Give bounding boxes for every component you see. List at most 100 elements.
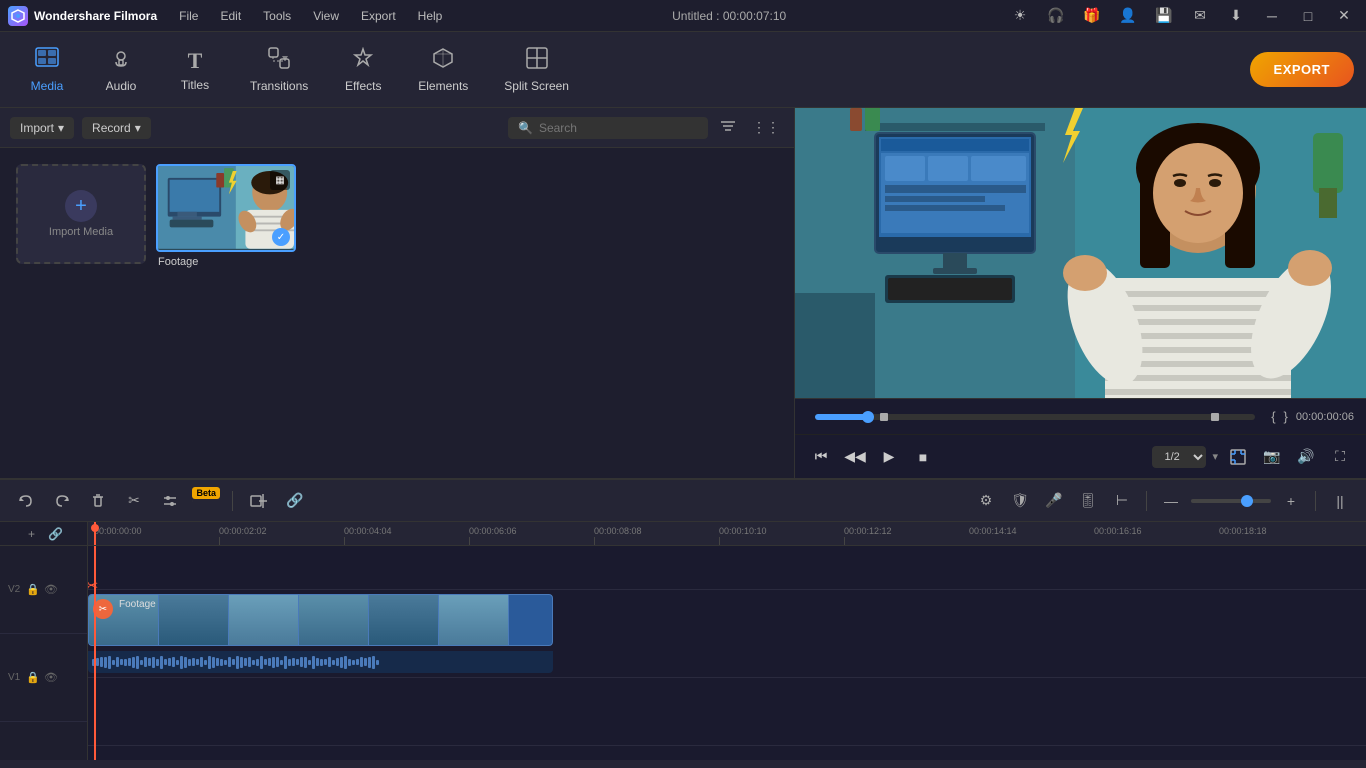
undo-button[interactable] [12,487,40,515]
waveform-bar [296,659,299,665]
frame-back-button[interactable]: ◀◀ [841,443,869,471]
waveform-bar [256,659,259,666]
menu-help[interactable]: Help [408,5,453,27]
zoom-in-icon[interactable]: + [1277,487,1305,515]
preview-video[interactable] [795,108,1366,398]
waveform-bar [280,660,283,665]
link-track-button[interactable]: 🔗 [46,524,66,544]
thumb-2 [159,595,229,645]
quality-selector[interactable]: 1/2 1/4 Full [1152,446,1206,468]
toolbar-transitions[interactable]: Transitions [234,39,324,101]
menu-edit[interactable]: Edit [210,5,251,27]
zoom-out-icon[interactable]: — [1157,487,1185,515]
toolbar-effects-label: Effects [345,79,381,93]
footage-thumbnail[interactable]: ▦ ✓ [156,164,296,252]
gift-icon[interactable]: 🎁 [1078,2,1106,30]
stop-button[interactable]: ■ [909,443,937,471]
waveform-bar [116,657,119,667]
screenshot-icon[interactable]: 📷 [1258,443,1286,471]
import-dropdown[interactable]: Import ▾ [10,117,74,139]
close-button[interactable]: ✕ [1330,2,1358,30]
link-button[interactable]: 🔗 [281,487,309,515]
export-button[interactable]: EXPORT [1250,52,1354,87]
notification-icon[interactable]: ☀ [1006,2,1034,30]
video-progress-bar[interactable]: { } 00:00:00:06 [795,398,1366,434]
play-button[interactable]: ▶ [875,443,903,471]
track-1-lock-icon[interactable]: 🔒 [26,671,40,684]
waveform-bar [140,660,143,665]
thumb-6 [439,595,509,645]
waveform-bar [344,656,347,669]
track-2-lock-icon[interactable]: 🔒 [26,583,40,596]
step-back-button[interactable]: ⏮ [807,443,835,471]
toolbar-elements[interactable]: Elements [402,39,484,101]
ruler-mark-1: 00:00:02:02 [219,526,267,536]
transitions-icon [268,47,290,75]
expand-icon[interactable]: ⛶ [1326,443,1354,471]
zoom-slider[interactable] [1191,499,1271,503]
menu-tools[interactable]: Tools [253,5,301,27]
grid-view-icon[interactable]: ⋮⋮ [748,115,784,140]
add-media-button[interactable] [245,487,273,515]
zoom-handle[interactable] [1241,495,1253,507]
timeline-mic-icon[interactable]: 🎤 [1040,487,1068,515]
fullscreen-preview-icon[interactable] [1224,443,1252,471]
record-dropdown[interactable]: Record ▾ [82,117,151,139]
toolbar-effects[interactable]: Effects [328,39,398,101]
footage-clip[interactable]: ✂ Footage [88,594,553,646]
cut-button[interactable]: ✂ [120,487,148,515]
beta-badge: Beta [192,487,220,499]
volume-icon[interactable]: 🔊 [1292,443,1320,471]
menu-export[interactable]: Export [351,5,406,27]
search-input[interactable] [539,121,698,135]
clip-block-label: Footage [119,599,156,610]
timeline-settings-icon[interactable]: ⚙ [972,487,1000,515]
waveform-bar [304,657,307,668]
media-search-box[interactable]: 🔍 [508,117,708,139]
toolbar-media[interactable]: Media [12,39,82,101]
toolbar-audio[interactable]: Audio [86,39,156,101]
toolbar-titles[interactable]: T Titles [160,40,230,100]
ai-button[interactable]: Beta [192,487,220,515]
headphone-icon[interactable]: 🎧 [1042,2,1070,30]
import-media-label: Import Media [49,226,113,238]
video-seekbar[interactable] [815,414,1255,420]
menu-view[interactable]: View [303,5,349,27]
toolbar-audio-label: Audio [106,79,137,93]
delete-button[interactable] [84,487,112,515]
minimize-button[interactable]: ─ [1258,2,1286,30]
waveform-bar [216,658,219,666]
adjust-button[interactable] [156,487,184,515]
import-media-card[interactable]: + Import Media [16,164,146,264]
waveform-bar [192,658,195,666]
chevron-quality-icon: ▾ [1212,450,1218,463]
track-1-eye-icon[interactable]: 👁 [44,671,58,684]
titlebar-right: ☀ 🎧 🎁 👤 💾 ✉ ⬇ ─ □ ✕ [1006,2,1358,30]
filter-icon[interactable] [716,114,740,141]
menu-file[interactable]: File [169,5,208,27]
maximize-button[interactable]: □ [1294,2,1322,30]
timeline-scrollbar[interactable] [0,760,1366,768]
account-icon[interactable]: 👤 [1114,2,1142,30]
media-clip-footage[interactable]: ▦ ✓ Footage [156,164,296,268]
timeline-track-headers: + 🔗 V2 🔒 👁 V1 🔒 👁 [0,522,88,760]
mail-icon[interactable]: ✉ [1186,2,1214,30]
toolbar-splitscreen[interactable]: Split Screen [488,39,585,101]
timeline-shield-icon[interactable]: 🛡 [1006,487,1034,515]
timeline-audio-icon[interactable]: 🎚 [1074,487,1102,515]
waveform-bar [232,659,235,665]
waveform-bar [340,657,343,668]
download-icon[interactable]: ⬇ [1222,2,1250,30]
ruler-mark-5: 00:00:10:10 [719,526,767,536]
save-icon[interactable]: 💾 [1150,2,1178,30]
record-chevron-icon: ▾ [135,121,141,135]
waveform-bar [128,658,131,666]
timeline-scroll-lock[interactable]: || [1326,487,1354,515]
timeline-split-icon[interactable]: ⊢ [1108,487,1136,515]
add-track-button[interactable]: + [22,524,42,544]
titlebar: Wondershare Filmora File Edit Tools View… [0,0,1366,32]
progress-handle[interactable] [862,411,874,423]
redo-button[interactable] [48,487,76,515]
track-2-eye-icon[interactable]: 👁 [44,583,58,596]
waveform-bar [324,659,327,665]
